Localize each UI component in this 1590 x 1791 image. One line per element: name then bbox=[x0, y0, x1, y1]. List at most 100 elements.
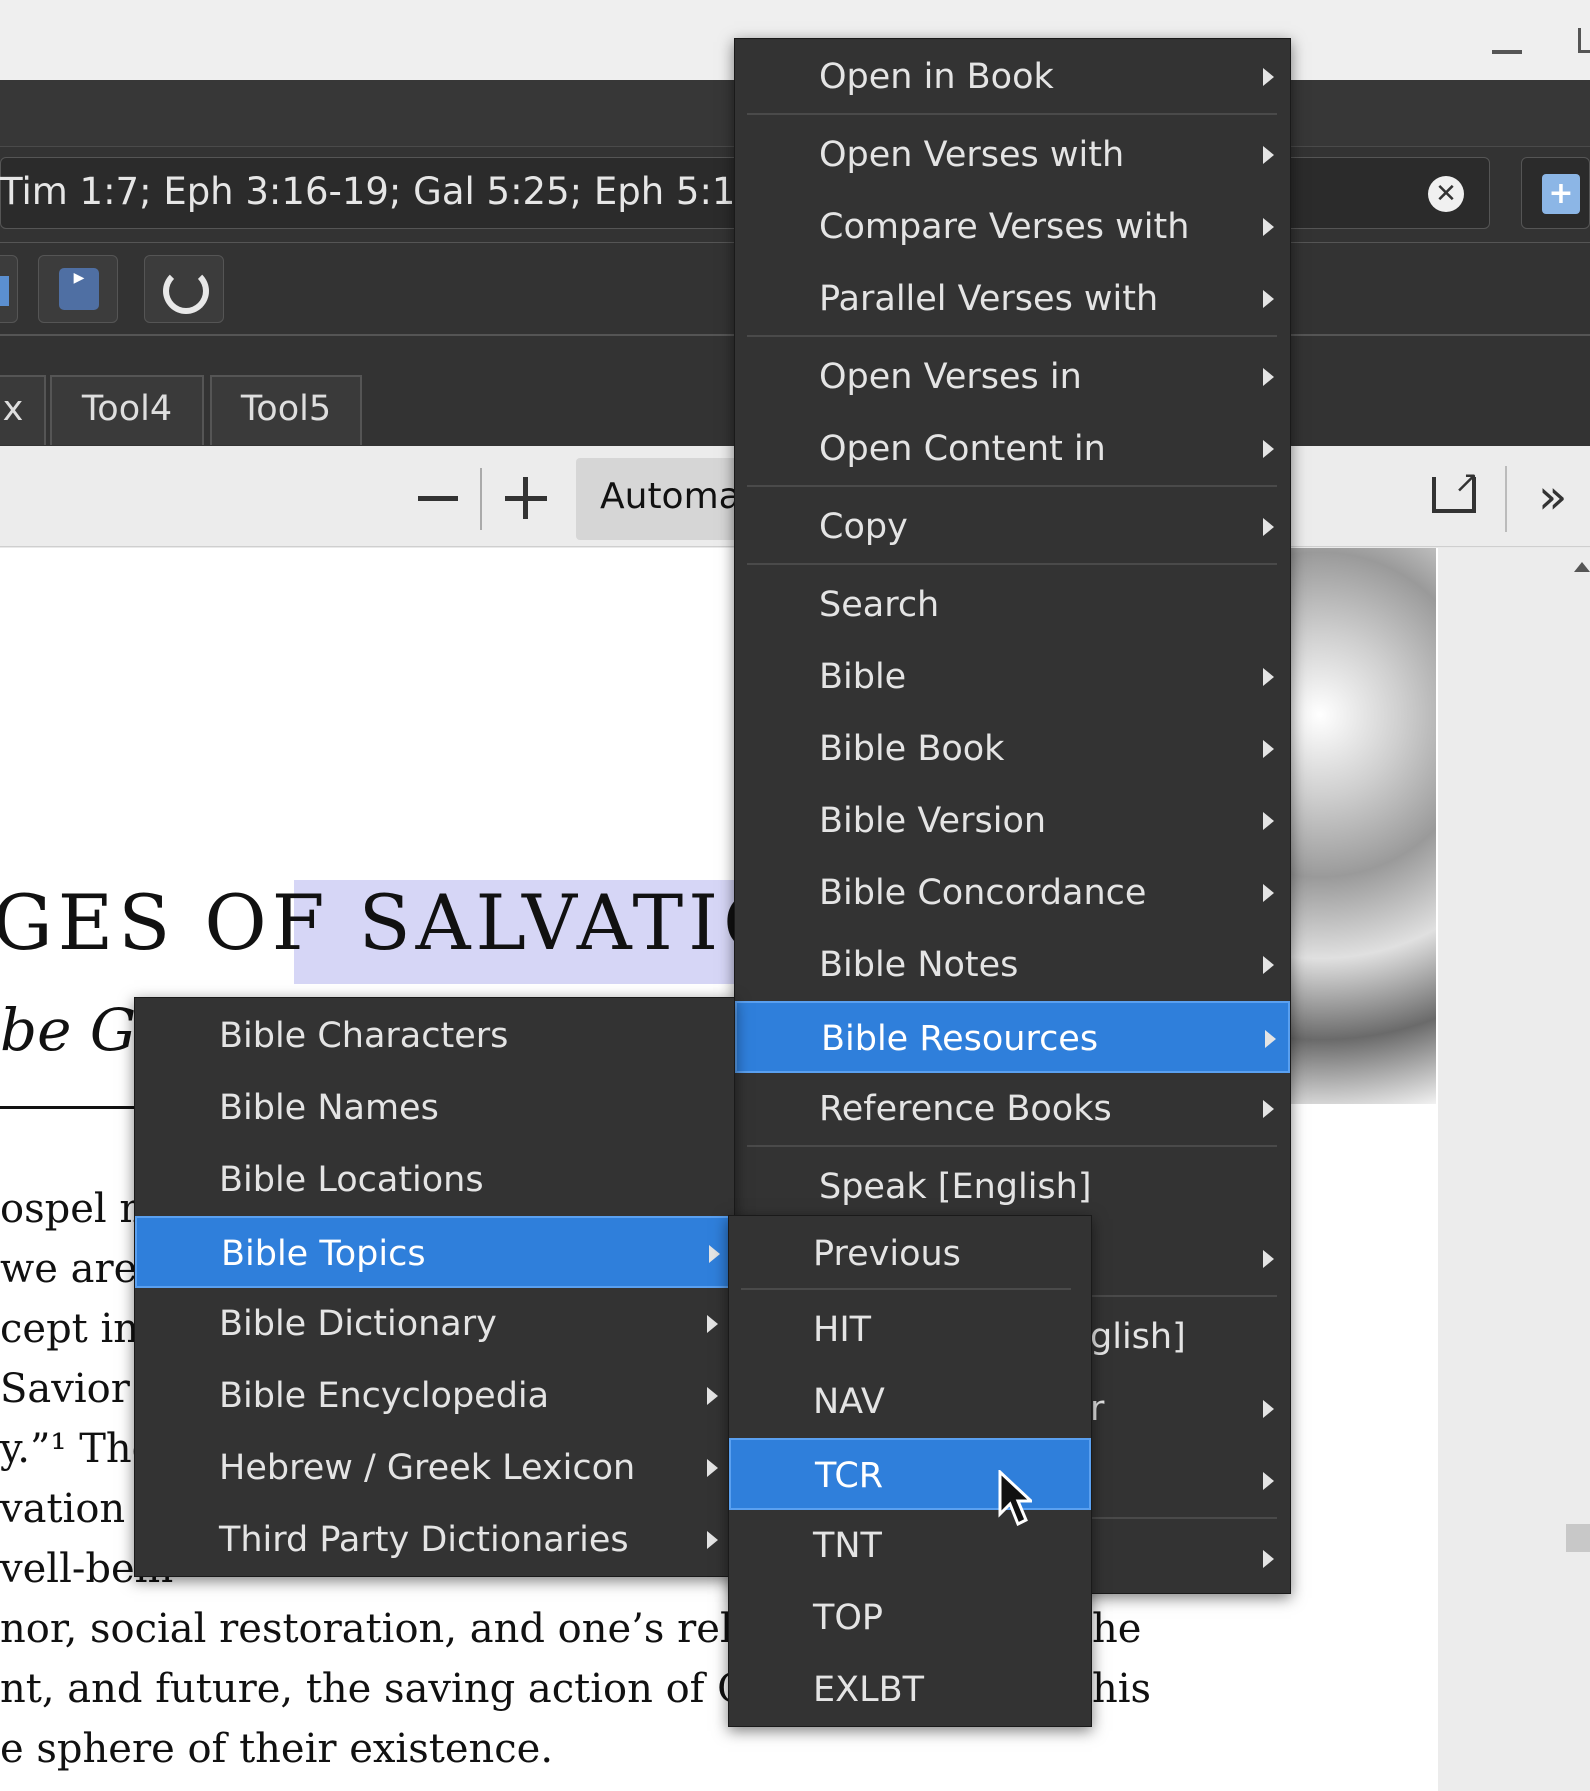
menu-item-label: Bible Topics bbox=[221, 1234, 426, 1274]
body-line: Savior bbox=[0, 1366, 130, 1412]
bible-topics-submenu: Previous HIT NAV TCR TNT TOP EXLBT bbox=[728, 1215, 1092, 1727]
refresh-button[interactable] bbox=[144, 255, 224, 323]
zoom-select-value[interactable]: Automat bbox=[600, 476, 755, 517]
document-icon bbox=[0, 276, 9, 306]
page-image bbox=[1270, 548, 1436, 1104]
chevron-right-icon bbox=[1263, 368, 1274, 386]
menu-item-label: Third Party Dictionaries bbox=[219, 1520, 629, 1560]
menu-item-label: Previous bbox=[813, 1234, 961, 1274]
menu-item-label: Open Verses with bbox=[819, 135, 1125, 175]
divider bbox=[1505, 466, 1507, 532]
chevron-right-icon bbox=[1263, 1550, 1274, 1568]
menu-item-label: Open Content in bbox=[819, 429, 1106, 469]
menu-item-bible-topics[interactable]: Bible Topics bbox=[135, 1216, 734, 1288]
chevron-right-icon bbox=[709, 1245, 720, 1263]
menu-item-label: Parallel Verses with bbox=[819, 279, 1159, 319]
youtube-icon: ▶ bbox=[59, 268, 99, 310]
menu-item-open-content-in[interactable]: Open Content in bbox=[735, 413, 1290, 485]
menu-item-bible-version[interactable]: Bible Version bbox=[735, 785, 1290, 857]
chevron-right-icon bbox=[1263, 812, 1274, 830]
menu-item-third-party-dictionaries[interactable]: Third Party Dictionaries bbox=[135, 1504, 734, 1576]
chevron-right-icon bbox=[707, 1387, 718, 1405]
menu-item-label: Search bbox=[819, 585, 940, 625]
menu-item-previous[interactable]: Previous bbox=[729, 1218, 1091, 1290]
menu-item-label: TOP bbox=[813, 1598, 884, 1638]
refresh-icon bbox=[163, 268, 209, 314]
menu-item-bible-book[interactable]: Bible Book bbox=[735, 713, 1290, 785]
menu-item-label: Bible Encyclopedia bbox=[219, 1376, 550, 1416]
menu-item-nav[interactable]: NAV bbox=[729, 1366, 1091, 1438]
menu-item-bible-notes[interactable]: Bible Notes bbox=[735, 929, 1290, 1001]
menu-item-label: Bible Notes bbox=[819, 945, 1019, 985]
chevron-right-icon bbox=[1263, 218, 1274, 236]
bible-resources-submenu: Bible Characters Bible Names Bible Locat… bbox=[134, 997, 735, 1577]
menu-item-label: Bible Resources bbox=[821, 1019, 1099, 1059]
scrollbar-thumb[interactable] bbox=[1566, 1524, 1590, 1552]
add-tab-button[interactable]: + bbox=[1521, 157, 1590, 229]
menu-item-reference-books[interactable]: Reference Books bbox=[735, 1073, 1290, 1145]
chevron-right-icon bbox=[707, 1459, 718, 1477]
chevron-right-icon bbox=[1263, 1472, 1274, 1490]
menu-item-top[interactable]: TOP bbox=[729, 1582, 1091, 1654]
chevron-right-icon bbox=[707, 1315, 718, 1333]
chevron-right-icon bbox=[1263, 68, 1274, 86]
menu-item-tcr[interactable]: TCR bbox=[729, 1438, 1091, 1510]
tab-tool5[interactable]: Tool5 bbox=[210, 375, 362, 445]
body-line: y.”¹ The bbox=[0, 1426, 156, 1472]
toolbar-button[interactable] bbox=[0, 255, 18, 323]
body-fragment: he bbox=[1092, 1606, 1142, 1652]
menu-item-bible-locations[interactable]: Bible Locations bbox=[135, 1144, 734, 1216]
zoom-out-icon[interactable] bbox=[418, 496, 458, 501]
restore-icon[interactable] bbox=[1578, 28, 1590, 53]
chevron-right-icon bbox=[1263, 884, 1274, 902]
youtube-button[interactable]: ▶ bbox=[38, 255, 118, 323]
chevron-right-icon bbox=[707, 1531, 718, 1549]
menu-item-bible-names[interactable]: Bible Names bbox=[135, 1072, 734, 1144]
reference-input-text[interactable]: Tim 1:7; Eph 3:16-19; Gal 5:25; Eph 5:18 bbox=[0, 170, 759, 213]
menu-separator bbox=[747, 485, 1277, 487]
menu-item-open-in-book[interactable]: Open in Book bbox=[735, 41, 1290, 113]
menu-item-label: Bible Concordance bbox=[819, 873, 1147, 913]
scroll-up-icon[interactable] bbox=[1574, 562, 1590, 572]
menu-item-label: Open in Book bbox=[819, 57, 1054, 97]
menu-item-copy[interactable]: Copy bbox=[735, 491, 1290, 563]
menu-item-bible-characters[interactable]: Bible Characters bbox=[135, 1000, 734, 1072]
plus-icon: + bbox=[1542, 174, 1580, 214]
menu-item-label: Bible Names bbox=[219, 1088, 439, 1128]
chevron-right-icon bbox=[1263, 1250, 1274, 1268]
menu-item-exlbt[interactable]: EXLBT bbox=[729, 1654, 1091, 1726]
tab-partial[interactable]: x bbox=[0, 375, 46, 445]
menu-item-open-verses-in[interactable]: Open Verses in bbox=[735, 341, 1290, 413]
menu-item-hebrew-greek-lexicon[interactable]: Hebrew / Greek Lexicon bbox=[135, 1432, 734, 1504]
chevron-right-icon bbox=[1263, 440, 1274, 458]
menu-item-label: Hebrew / Greek Lexicon bbox=[219, 1448, 636, 1488]
menu-item-search[interactable]: Search bbox=[735, 569, 1290, 641]
menu-item-label: HIT bbox=[813, 1310, 872, 1350]
menu-item-label: Bible Locations bbox=[219, 1160, 484, 1200]
menu-item-label: Speak [English] bbox=[819, 1167, 1092, 1207]
menu-item-compare-verses-with[interactable]: Compare Verses with bbox=[735, 191, 1290, 263]
menu-item-bible-encyclopedia[interactable]: Bible Encyclopedia bbox=[135, 1360, 734, 1432]
minimize-icon[interactable] bbox=[1492, 50, 1522, 54]
zoom-in-icon-vertical[interactable] bbox=[523, 477, 528, 519]
menu-item-label: Bible Dictionary bbox=[219, 1304, 497, 1344]
menu-item-open-verses-with[interactable]: Open Verses with bbox=[735, 119, 1290, 191]
chevron-right-icon bbox=[1265, 1030, 1276, 1048]
chevron-right-icon bbox=[1263, 1400, 1274, 1418]
tab-tool4[interactable]: Tool4 bbox=[50, 375, 204, 445]
menu-item-bible[interactable]: Bible bbox=[735, 641, 1290, 713]
menu-item-label: Open Verses in bbox=[819, 357, 1082, 397]
menu-item-label: Bible Book bbox=[819, 729, 1005, 769]
menu-item-tnt[interactable]: TNT bbox=[729, 1510, 1091, 1582]
body-fragment: his bbox=[1092, 1666, 1152, 1712]
menu-item-hit[interactable]: HIT bbox=[729, 1294, 1091, 1366]
body-line: we are bbox=[0, 1246, 138, 1292]
menu-item-parallel-verses-with[interactable]: Parallel Verses with bbox=[735, 263, 1290, 335]
menu-item-label: TNT bbox=[813, 1526, 882, 1566]
close-icon[interactable]: ✕ bbox=[1428, 176, 1464, 212]
menu-item-bible-concordance[interactable]: Bible Concordance bbox=[735, 857, 1290, 929]
menu-item-bible-resources[interactable]: Bible Resources bbox=[735, 1001, 1290, 1073]
menu-item-bible-dictionary[interactable]: Bible Dictionary bbox=[135, 1288, 734, 1360]
menu-item-speak[interactable]: Speak [English] bbox=[735, 1151, 1290, 1223]
more-tools-icon[interactable]: » bbox=[1538, 472, 1567, 522]
